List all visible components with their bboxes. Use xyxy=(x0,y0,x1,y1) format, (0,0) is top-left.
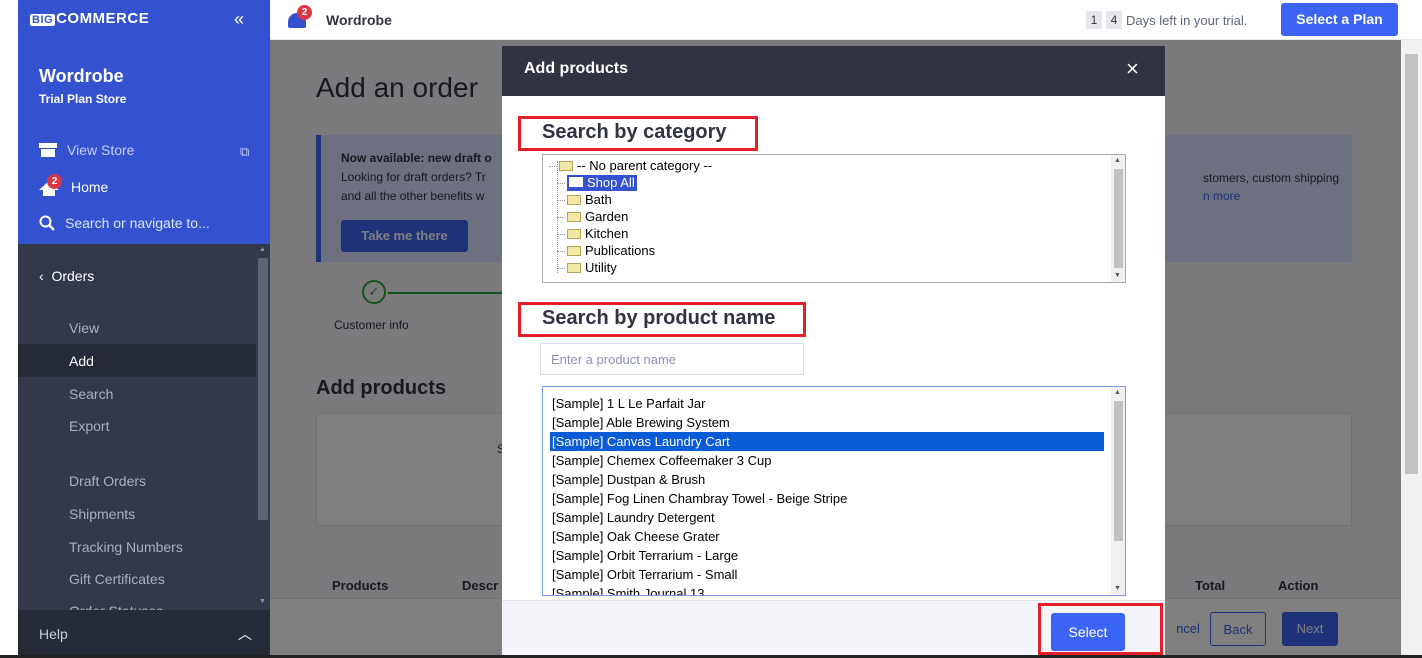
sidebar-item-draft-orders[interactable]: Draft Orders xyxy=(69,473,146,489)
category-item[interactable]: Kitchen xyxy=(557,226,628,242)
chevron-up-icon: ︿ xyxy=(238,626,252,642)
category-tree[interactable]: -- No parent category -- Shop All Bath G… xyxy=(542,154,1126,283)
folder-icon xyxy=(567,212,581,222)
store-plan: Trial Plan Store xyxy=(39,92,127,106)
product-item[interactable]: [Sample] Orbit Terrarium - Large xyxy=(550,546,1104,565)
product-item[interactable]: [Sample] Oak Cheese Grater xyxy=(550,527,1104,546)
category-item[interactable]: Publications xyxy=(557,243,655,259)
page-scrollbar[interactable] xyxy=(1401,40,1422,658)
product-item[interactable]: [Sample] Laundry Detergent xyxy=(550,508,1104,527)
modal-title: Add products xyxy=(524,60,628,77)
folder-icon xyxy=(569,177,583,187)
trial-text: Days left in your trial. xyxy=(1126,12,1248,28)
product-scroll-thumb[interactable] xyxy=(1114,401,1123,541)
sidebar-item-add[interactable]: Add xyxy=(69,353,94,369)
sidebar-item-search[interactable]: Search xyxy=(69,386,113,402)
folder-icon xyxy=(567,195,581,205)
folder-icon xyxy=(567,246,581,256)
product-heading: Search by product name xyxy=(542,307,776,329)
sidebar-item-gift-certificates[interactable]: Gift Certificates xyxy=(69,571,165,587)
folder-icon xyxy=(559,161,573,171)
trial-digit: 1 xyxy=(1086,11,1102,29)
category-scroll-thumb[interactable] xyxy=(1114,169,1123,268)
sidebar-home[interactable]: 2 Home xyxy=(39,174,108,196)
scroll-up-icon[interactable]: ▲ xyxy=(1114,157,1121,164)
sidebar-item-export[interactable]: Export xyxy=(69,418,109,434)
bigcommerce-logo[interactable]: BIG COMMERCE xyxy=(30,10,149,27)
add-products-modal: Add products × Search by category -- No … xyxy=(502,46,1165,658)
trial-digit: 4 xyxy=(1106,11,1122,29)
sidebar-item-shipments[interactable]: Shipments xyxy=(69,506,135,522)
product-item[interactable]: [Sample] Dustpan & Brush xyxy=(550,470,1104,489)
product-item[interactable]: [Sample] Able Brewing System xyxy=(550,413,1104,432)
sidebar-view-store[interactable]: View Store xyxy=(39,142,134,158)
product-item[interactable]: [Sample] Smith Journal 13 xyxy=(550,584,1104,595)
sidebar-item-tracking-numbers[interactable]: Tracking Numbers xyxy=(69,539,183,555)
modal-header: Add products × xyxy=(502,46,1165,96)
sidebar: BIG COMMERCE « Wordrobe Trial Plan Store … xyxy=(18,0,270,658)
sidebar-scrollbar[interactable]: ▲ ▼ xyxy=(256,244,270,610)
close-icon[interactable]: × xyxy=(1126,56,1139,82)
notifications-badge: 2 xyxy=(297,5,312,20)
sidebar-back-orders[interactable]: ‹ Orders xyxy=(39,268,94,284)
header-store-title: Wordrobe xyxy=(326,12,392,28)
trial-counter: 1 4 Days left in your trial. xyxy=(1086,11,1247,29)
notifications-bell-icon[interactable]: 2 xyxy=(288,5,312,30)
select-button[interactable]: Select xyxy=(1051,613,1125,651)
chevron-left-icon: ‹ xyxy=(39,268,44,284)
category-item[interactable]: -- No parent category -- xyxy=(549,158,712,174)
select-plan-button[interactable]: Select a Plan xyxy=(1281,3,1398,36)
product-list[interactable]: [Sample] 1 L Le Parfait Jar [Sample] Abl… xyxy=(542,386,1126,596)
product-name-input[interactable] xyxy=(540,343,804,375)
folder-icon xyxy=(567,229,581,239)
top-header: 2 Wordrobe 1 4 Days left in your trial. … xyxy=(270,0,1422,40)
product-item[interactable]: [Sample] Fog Linen Chambray Towel - Beig… xyxy=(550,489,1104,508)
product-item-selected[interactable]: [Sample] Canvas Laundry Cart xyxy=(550,432,1104,451)
sidebar-scroll-thumb[interactable] xyxy=(258,258,268,520)
folder-icon xyxy=(567,263,581,273)
category-item[interactable]: Utility xyxy=(557,260,617,276)
store-name: Wordrobe xyxy=(39,66,124,86)
product-item[interactable]: [Sample] Orbit Terrarium - Small xyxy=(550,565,1104,584)
category-scrollbar[interactable]: ▲ ▼ xyxy=(1111,155,1125,282)
storefront-icon xyxy=(39,143,57,157)
modal-footer: Select xyxy=(502,600,1165,658)
category-item[interactable]: Garden xyxy=(557,209,628,225)
sidebar-item-view[interactable]: View xyxy=(69,320,99,336)
home-notification-badge: 2 xyxy=(47,174,62,189)
sidebar-header: BIG COMMERCE « Wordrobe Trial Plan Store … xyxy=(18,0,270,244)
search-icon xyxy=(39,215,55,231)
category-item[interactable]: Bath xyxy=(557,192,612,208)
product-scrollbar[interactable]: ▲ ▼ xyxy=(1111,387,1125,595)
sidebar-active-highlight xyxy=(18,344,258,377)
category-heading: Search by category xyxy=(542,121,727,143)
sidebar-search[interactable]: Search or navigate to... xyxy=(39,215,210,231)
scroll-down-icon[interactable]: ▼ xyxy=(1114,272,1121,279)
product-item[interactable]: [Sample] Chemex Coffeemaker 3 Cup xyxy=(550,451,1104,470)
product-item[interactable]: [Sample] 1 L Le Parfait Jar xyxy=(550,394,1104,413)
scroll-up-icon[interactable]: ▲ xyxy=(1114,389,1121,396)
left-edge xyxy=(0,0,18,658)
sidebar-help[interactable]: Help ︿ xyxy=(18,610,270,658)
collapse-sidebar-icon[interactable]: « xyxy=(234,9,244,30)
scroll-up-icon[interactable]: ▲ xyxy=(259,246,266,253)
external-link-icon[interactable]: ⧉ xyxy=(240,144,249,160)
home-icon: 2 xyxy=(39,174,62,196)
scroll-down-icon[interactable]: ▼ xyxy=(1114,585,1121,592)
category-item-selected[interactable]: Shop All xyxy=(557,175,637,191)
page-scroll-thumb[interactable] xyxy=(1405,54,1418,474)
scroll-down-icon[interactable]: ▼ xyxy=(259,598,266,605)
